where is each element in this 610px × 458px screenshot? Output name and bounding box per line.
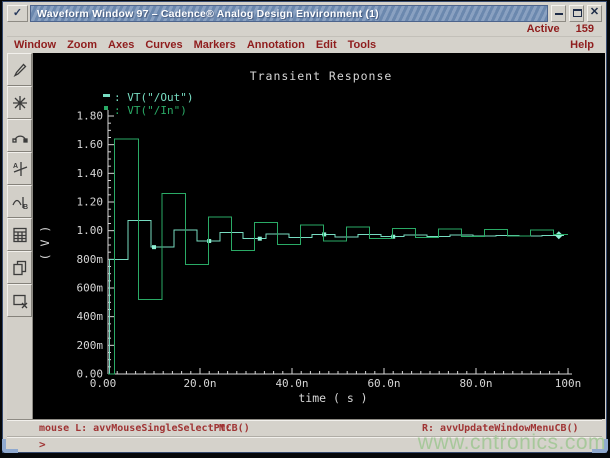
svg-text:A: A [13, 163, 18, 170]
arc-probe-button[interactable] [7, 119, 32, 152]
svg-text:40.0n: 40.0n [275, 377, 308, 390]
menu-markers[interactable]: Markers [194, 39, 236, 51]
svg-text:time ( s ): time ( s ) [298, 391, 367, 405]
pen-icon [11, 61, 29, 79]
menu-curves[interactable]: Curves [145, 39, 182, 51]
svg-text:Transient Response: Transient Response [250, 69, 393, 83]
menu-annotation[interactable]: Annotation [247, 39, 305, 51]
minimize-button[interactable] [551, 5, 566, 22]
svg-text:: VT("/Out"): : VT("/Out") [114, 91, 193, 104]
waveform-window: ✓ Waveform Window 97 – Cadence® Analog D… [2, 1, 607, 453]
svg-text:1.60: 1.60 [77, 138, 104, 151]
trace-0 [108, 221, 563, 374]
svg-text:( V ): ( V ) [38, 226, 52, 261]
main-area: A B 0.0020.0n40.0n60.0n80.0n100n0.00200m… [7, 53, 602, 419]
svg-text:1.00: 1.00 [77, 224, 104, 237]
titlebar: ✓ Waveform Window 97 – Cadence® Analog D… [7, 5, 602, 22]
svg-text:60.0n: 60.0n [367, 377, 400, 390]
copy-window-button[interactable] [7, 251, 32, 284]
left-toolbar: A B [7, 53, 33, 419]
calculator-icon [11, 226, 29, 244]
svg-text:: VT("/In"): : VT("/In") [114, 104, 187, 117]
menu-tools[interactable]: Tools [348, 39, 377, 51]
svg-text:1.40: 1.40 [77, 167, 104, 180]
watermark-text: www.cntronics.com [418, 431, 606, 455]
active-status-row: Active 159 [7, 22, 602, 37]
trace-point-marker [152, 245, 156, 249]
active-count: 159 [576, 23, 594, 35]
svg-text:B: B [23, 204, 28, 211]
zoom-star-button[interactable] [7, 86, 32, 119]
plot-canvas: 0.0020.0n40.0n60.0n80.0n100n0.00200m400m… [33, 53, 605, 419]
active-label: Active [527, 23, 560, 35]
zoom-star-icon [11, 94, 29, 112]
svg-text:800m: 800m [77, 253, 104, 266]
titlebar-stripe[interactable]: Waveform Window 97 – Cadence® Analog Des… [30, 5, 548, 22]
svg-text:80.0n: 80.0n [459, 377, 492, 390]
menu-window[interactable]: Window [14, 39, 56, 51]
pen-tool-button[interactable] [7, 53, 32, 86]
vertical-marker-a-icon: A [11, 160, 29, 178]
vertical-marker-button[interactable]: A [7, 152, 32, 185]
waveform-plot[interactable]: 0.0020.0n40.0n60.0n80.0n100n0.00200m400m… [33, 53, 605, 419]
calculator-button[interactable] [7, 218, 32, 251]
menu-help[interactable]: Help [570, 39, 594, 51]
maximize-button[interactable] [569, 5, 584, 22]
arc-probe-icon [11, 127, 29, 145]
minimize-icon [555, 13, 563, 15]
menu-zoom[interactable]: Zoom [67, 39, 97, 51]
svg-text:600m: 600m [77, 282, 104, 295]
svg-text:1.80: 1.80 [77, 110, 104, 123]
trace-1 [108, 139, 568, 374]
close-button[interactable]: ✕ [587, 5, 602, 22]
copy-window-icon [11, 259, 29, 277]
menu-edit[interactable]: Edit [316, 39, 337, 51]
maximize-icon [573, 9, 582, 17]
svg-text:20.0n: 20.0n [183, 377, 216, 390]
svg-text:0.00: 0.00 [77, 368, 104, 381]
window-title: Waveform Window 97 – Cadence® Analog Des… [37, 8, 379, 20]
close-icon: ✕ [588, 6, 601, 21]
trace-end-marker [555, 231, 563, 239]
menubar: Window Zoom Axes Curves Markers Annotati… [7, 37, 602, 53]
svg-text:100n: 100n [555, 377, 582, 390]
snip-window-icon [11, 292, 29, 310]
prompt-symbol: > [39, 438, 46, 451]
resize-corner-bottom-left[interactable] [2, 439, 18, 453]
window-menu-button[interactable]: ✓ [7, 5, 28, 22]
horizontal-marker-button[interactable]: B [7, 185, 32, 218]
svg-text:1.20: 1.20 [77, 196, 104, 209]
horizontal-marker-b-icon: B [11, 193, 29, 211]
svg-text:400m: 400m [77, 310, 104, 323]
status-mouse-middle: M: [219, 423, 231, 434]
trace-point-marker [258, 237, 262, 241]
svg-text:200m: 200m [77, 339, 104, 352]
menu-axes[interactable]: Axes [108, 39, 134, 51]
snip-window-button[interactable] [7, 284, 32, 317]
